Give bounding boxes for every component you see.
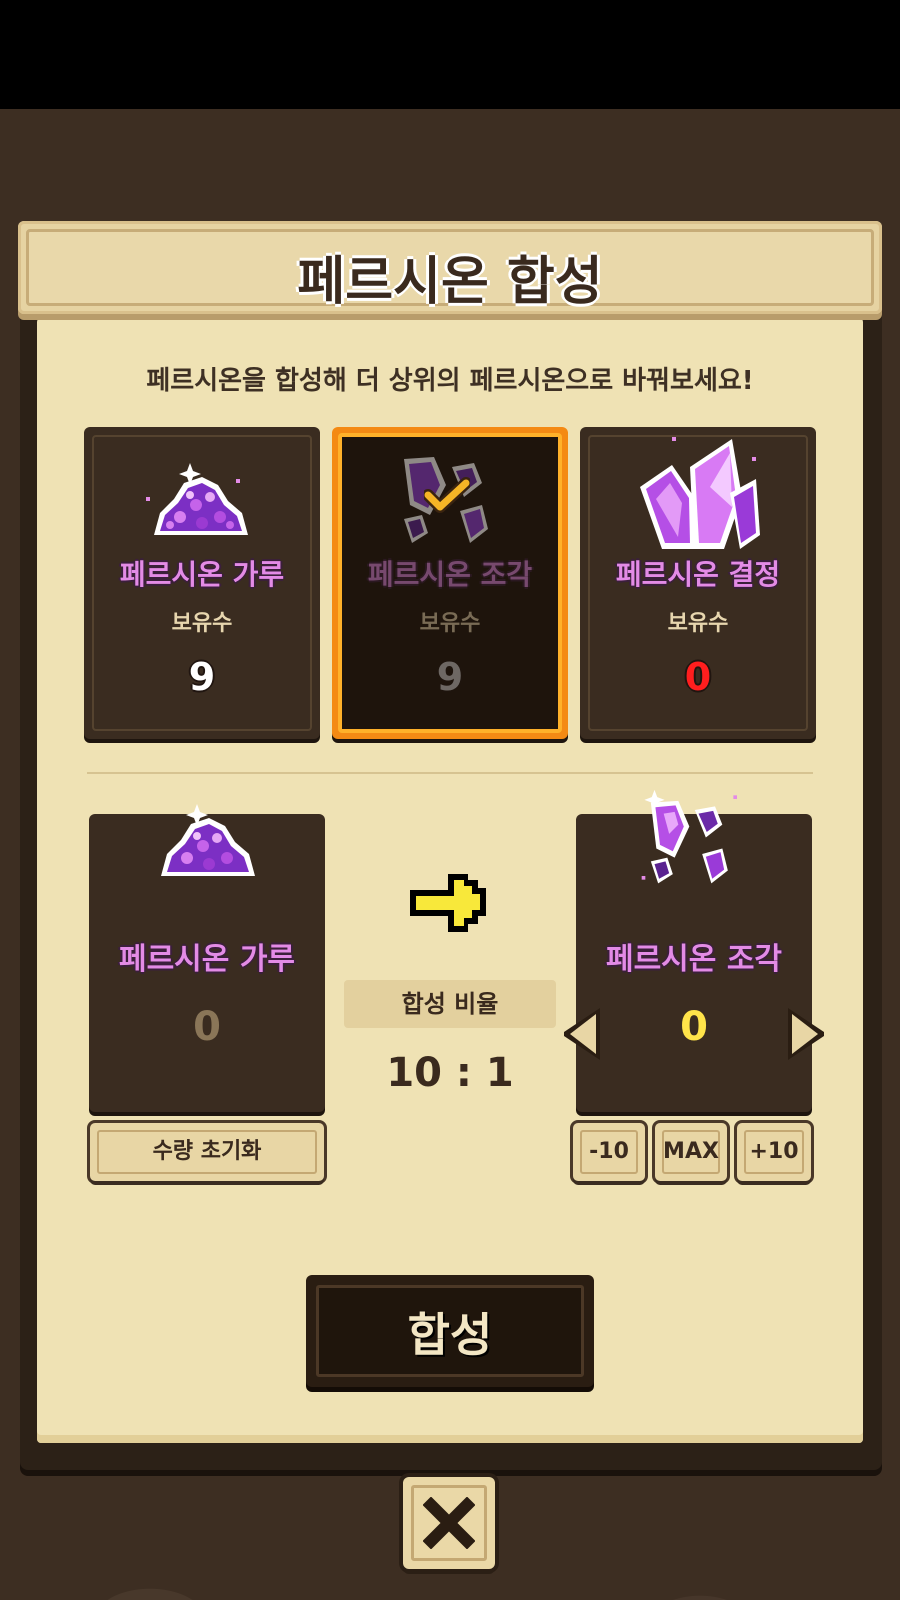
source-slot: 페르시온 가루 0	[89, 804, 325, 1112]
minus-ten-button[interactable]: -10	[573, 1123, 645, 1181]
material-name: 페르시온 조각	[367, 558, 533, 591]
owned-count: 0	[684, 655, 712, 699]
owned-label: 보유수	[171, 611, 233, 636]
owned-label: 보유수	[419, 611, 481, 636]
ratio-value: 10 : 1	[386, 1050, 514, 1096]
owned-count: 9	[188, 655, 216, 699]
persion-fragment-icon	[641, 789, 737, 884]
synthesize-button[interactable]: 합성	[306, 1275, 594, 1387]
persion-powder-icon	[146, 463, 248, 535]
material-card-crystal[interactable]: 페르시온 결정 보유수 0	[580, 427, 816, 739]
decrease-arrow-button[interactable]	[562, 1006, 602, 1062]
checkmark-icon	[424, 477, 470, 513]
increase-arrow-button[interactable]	[786, 1006, 826, 1062]
close-icon	[423, 1497, 475, 1549]
target-name: 페르시온 조각	[605, 942, 783, 977]
persion-powder-icon	[161, 804, 255, 876]
status-bar-area	[0, 0, 900, 109]
dialog-title: 페르시온 합성	[297, 252, 603, 312]
source-name: 페르시온 가루	[118, 942, 296, 977]
owned-label: 보유수	[667, 611, 729, 636]
material-card-fragment[interactable]: 페르시온 조각 보유수 9	[332, 427, 568, 739]
source-quantity: 0	[193, 1004, 221, 1050]
dialog-subtitle: 페르시온을 합성해 더 상위의 페르시온으로 바꿔보세요!	[146, 366, 754, 396]
target-slot: 페르시온 조각 0	[576, 789, 812, 1112]
synthesize-label: 합성	[407, 1308, 493, 1362]
persion-crystal-icon	[640, 437, 760, 549]
reset-quantity-button[interactable]: 수량 초기화	[90, 1123, 324, 1181]
plus-ten-button[interactable]: +10	[737, 1123, 811, 1181]
close-button[interactable]	[403, 1477, 495, 1569]
owned-count: 9	[436, 655, 464, 699]
material-card-powder[interactable]: 페르시온 가루 보유수 9	[84, 427, 320, 739]
max-button[interactable]: MAX	[655, 1123, 727, 1181]
section-divider	[87, 772, 813, 774]
ratio-label: 합성 비율	[344, 980, 556, 1028]
material-name: 페르시온 결정	[615, 558, 781, 591]
material-name: 페르시온 가루	[119, 558, 285, 591]
right-arrow-icon	[410, 874, 486, 932]
target-quantity: 0	[680, 1004, 708, 1050]
title-banner: 페르시온 합성	[18, 221, 882, 314]
